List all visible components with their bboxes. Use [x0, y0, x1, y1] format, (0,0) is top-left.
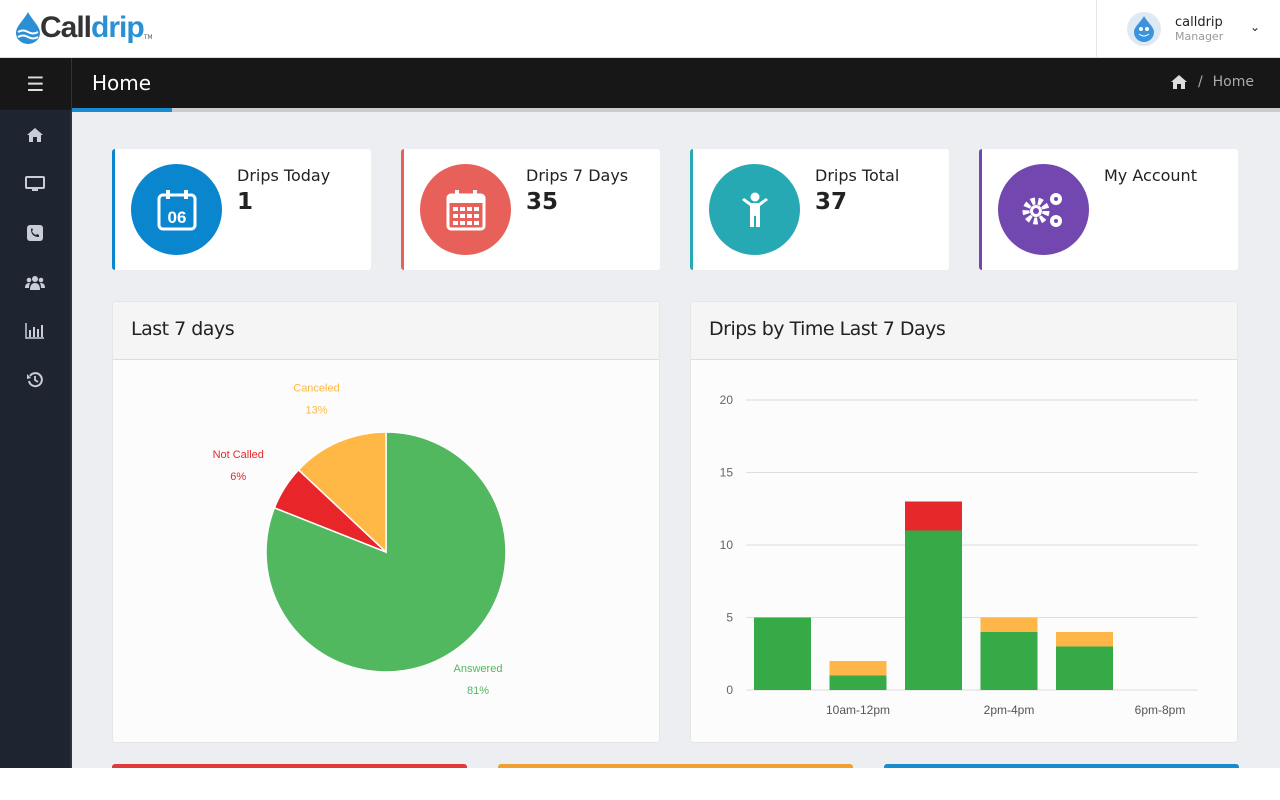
- avatar: [1127, 12, 1161, 46]
- sidebar-item-phone[interactable]: [0, 208, 70, 257]
- y-tick-label: 20: [720, 393, 734, 407]
- phone-icon: [27, 224, 43, 241]
- bar-segment[interactable]: [829, 661, 887, 676]
- drop-icon: [16, 12, 40, 44]
- svg-text:06: 06: [167, 208, 186, 227]
- pie-chart-panel: Last 7 days Answered 81% Not Called 6% Cance…: [112, 301, 660, 743]
- users-icon: [25, 275, 45, 290]
- user-name: calldrip: [1175, 15, 1223, 30]
- monitor-icon: [25, 175, 45, 191]
- user-menu[interactable]: calldrip Manager ⌄: [1096, 0, 1280, 58]
- breadcrumb-item: Home: [1212, 74, 1254, 90]
- x-tick-label: 6pm-8pm: [1135, 703, 1186, 717]
- bar-segment[interactable]: [754, 617, 811, 691]
- bar-segment[interactable]: [905, 501, 962, 531]
- stat-card-drips-today[interactable]: 06 Drips Today 1: [112, 149, 371, 270]
- x-tick-label: 2pm-4pm: [984, 703, 1035, 717]
- bar-chart-panel: Drips by Time Last 7 Days 0 5 10 15 20 10am-1…: [690, 301, 1238, 743]
- sidebar-item-monitor[interactable]: [0, 159, 70, 208]
- sidebar-item-history[interactable]: [0, 355, 70, 404]
- nav-bar: ☰ Home / Home: [0, 58, 1280, 110]
- calendar-day-icon: 06: [131, 164, 222, 255]
- panel-title: Last 7 days: [113, 302, 659, 360]
- bar-segment[interactable]: [1056, 632, 1113, 647]
- bar-segment[interactable]: [980, 632, 1038, 690]
- pie-percent-label: 6%: [230, 471, 246, 483]
- sidebar: [0, 110, 72, 768]
- sidebar-item-reports[interactable]: [0, 306, 70, 355]
- stat-card-drips-total[interactable]: Drips Total 37: [690, 149, 949, 270]
- bar-chart-icon: [25, 322, 44, 339]
- y-tick-label: 0: [726, 683, 733, 697]
- calldrip-logo[interactable]: Call drip TM: [16, 10, 153, 46]
- sidebar-item-home[interactable]: [0, 110, 70, 159]
- history-icon: [27, 371, 43, 387]
- pie-label: Canceled: [293, 382, 339, 394]
- sidebar-item-users[interactable]: [0, 257, 70, 306]
- x-tick-label: 10am-12pm: [826, 703, 890, 717]
- pie-label: Answered: [454, 663, 503, 675]
- gears-icon: [998, 164, 1089, 255]
- main-content: 06 Drips Today 1 Drips 7 Days 35 Drips T…: [72, 112, 1280, 768]
- pie-chart: Answered 81% Not Called 6% Canceled 13%: [213, 382, 507, 697]
- y-tick-label: 5: [726, 611, 733, 625]
- pie-label: Not Called: [213, 449, 264, 461]
- bar-segment[interactable]: [905, 530, 962, 691]
- calendar-icon: [420, 164, 511, 255]
- pie-percent-label: 81%: [467, 685, 489, 697]
- home-icon[interactable]: [1170, 74, 1188, 90]
- page-title: Home: [92, 71, 152, 95]
- top-bar: Call drip TM calldrip Manager ⌄: [0, 0, 1280, 58]
- user-role: Manager: [1175, 30, 1224, 43]
- panel-title: Drips by Time Last 7 Days: [691, 302, 1237, 360]
- bar-segment[interactable]: [980, 617, 1038, 633]
- stat-card-drips-7-days[interactable]: Drips 7 Days 35: [401, 149, 660, 270]
- pie-percent-label: 13%: [305, 404, 327, 416]
- bar-segment[interactable]: [1056, 646, 1113, 691]
- person-icon: [709, 164, 800, 255]
- bar-segment[interactable]: [829, 675, 887, 691]
- stat-card-my-account[interactable]: My Account: [979, 149, 1238, 270]
- y-tick-label: 15: [720, 466, 734, 480]
- y-tick-label: 10: [720, 538, 734, 552]
- bar-chart: 0 5 10 15 20 10am-12pm 2pm-4pm 6pm-8pm: [720, 393, 1198, 717]
- chevron-down-icon[interactable]: ⌄: [1250, 20, 1260, 34]
- home-icon: [27, 127, 43, 142]
- menu-toggle-icon[interactable]: ☰: [0, 58, 72, 110]
- breadcrumb: / Home: [1170, 74, 1254, 90]
